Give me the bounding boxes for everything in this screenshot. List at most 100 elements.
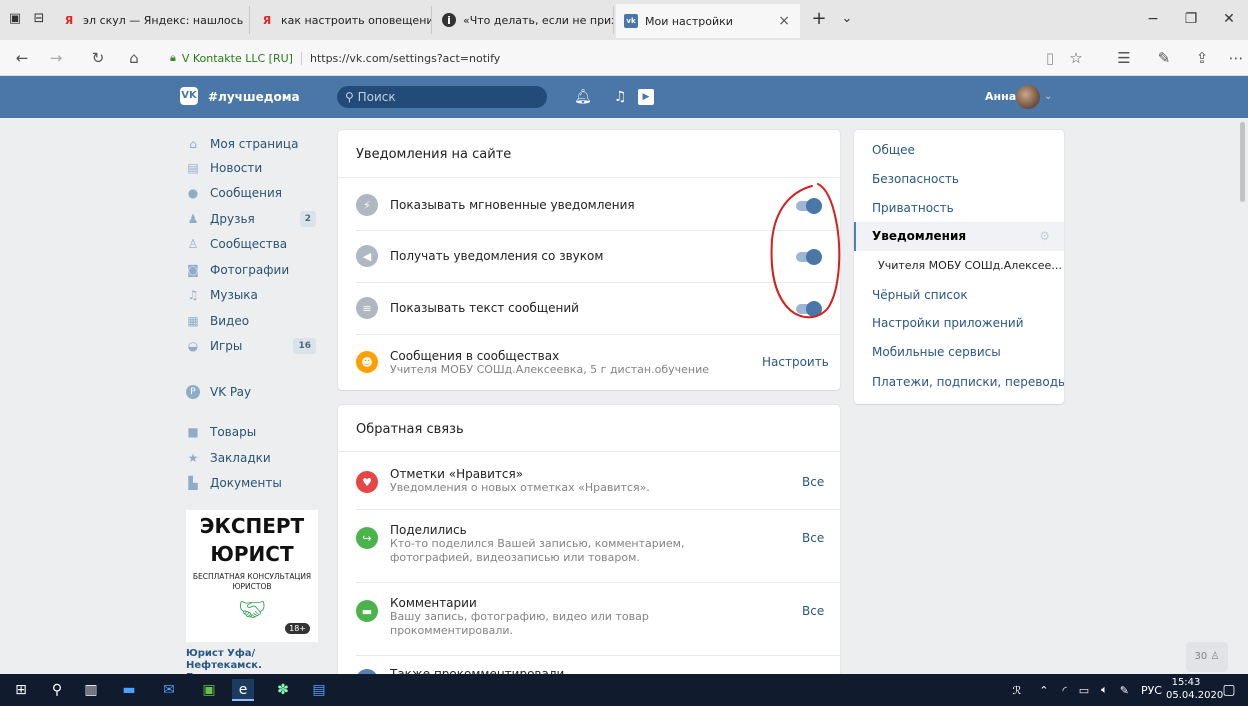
volume-icon[interactable]: 🔈︎ [1101, 683, 1108, 697]
close-window-icon[interactable]: ✕ [1214, 6, 1244, 32]
url-field[interactable]: 🔒︎ V Kontakte LLC [RU] https://vk.com/se… [170, 45, 1050, 71]
sidebar-item-music[interactable]: ♫ Музыка [186, 283, 320, 307]
all-link[interactable]: Все [802, 475, 824, 489]
favorite-star-icon[interactable]: ☆ [1064, 46, 1088, 70]
settings-nav-privacy[interactable]: Приватность [854, 194, 1064, 223]
sound-notifications-toggle[interactable] [796, 249, 822, 265]
chevron-down-icon[interactable]: ⌄ [1044, 88, 1052, 106]
tab-label: Мои настройки [645, 14, 733, 28]
tab-label: как настроить оповещени [281, 13, 432, 27]
store-icon[interactable]: ▣ [198, 679, 220, 701]
back-icon[interactable]: ← [10, 46, 34, 70]
pen-icon[interactable]: ✎ [1152, 46, 1176, 70]
forward-icon[interactable]: → [44, 46, 68, 70]
home-icon: ⌂ [189, 137, 197, 151]
user-name[interactable]: Анна [985, 88, 1016, 106]
setting-label: Комментарии [390, 596, 477, 610]
sidebar-item-games[interactable]: ◒ Игры 16 [186, 334, 320, 358]
sidebar-item-video[interactable]: ▦ Видео [186, 309, 320, 333]
settings-nav-general[interactable]: Общее [854, 136, 1064, 165]
chevron-up-icon[interactable]: ⌃ [1039, 684, 1048, 697]
all-link[interactable]: Все [802, 531, 824, 545]
language-indicator[interactable]: РУС [1141, 684, 1162, 697]
settings-nav-apps[interactable]: Настройки приложений [854, 309, 1064, 338]
new-tab-icon[interactable]: + [808, 8, 830, 30]
browser-tab-active[interactable]: vk Мои настройки × [616, 4, 800, 38]
browser-tab[interactable]: Я как настроить оповещени [252, 6, 432, 34]
sidebar-item-my-page[interactable]: ⌂ Моя страница [186, 132, 320, 156]
settings-nav-security[interactable]: Безопасность [854, 165, 1064, 194]
mail-icon[interactable]: ✉ [158, 679, 180, 701]
pen-icon[interactable]: ✎ [1120, 684, 1129, 697]
file-explorer-icon[interactable]: ▬ [118, 679, 140, 701]
app-icon[interactable]: ▤ [308, 679, 330, 701]
vk-logo-icon[interactable]: VK [180, 87, 198, 105]
all-link[interactable]: Все [802, 604, 824, 618]
sidebar-item-groups[interactable]: ♙ Сообщества [186, 232, 320, 256]
search-icon[interactable]: ⚲ [46, 679, 68, 701]
settings-nav-mobile[interactable]: Мобильные сервисы [854, 338, 1064, 367]
home-icon[interactable]: ⌂ [122, 46, 146, 70]
share-icon[interactable]: ⇪ [1190, 46, 1214, 70]
chevron-down-icon[interactable]: ⌄ [836, 8, 858, 30]
reading-view-icon[interactable]: ▯ [1038, 46, 1062, 70]
tab-preview-icon[interactable]: ⊟ [28, 8, 50, 30]
play-icon[interactable]: ▶ [638, 89, 654, 105]
scrollbar-thumb[interactable] [1240, 122, 1245, 202]
settings-nav: Общее Безопасность Приватность Уведомлен… [854, 130, 1064, 404]
search-icon: ⚲ [345, 90, 354, 104]
certificate-label: V Kontakte LLC [RU] [181, 51, 293, 65]
sidebar-item-friends[interactable]: ♟ Друзья 2 [186, 207, 320, 231]
person-icon: ♙ [1210, 651, 1220, 662]
more-icon[interactable]: ⋯ [1224, 46, 1248, 70]
sidebar-item-documents[interactable]: ▙ Документы [186, 471, 320, 495]
panel-title: Обратная связь [338, 405, 840, 452]
tab-actions-icon[interactable]: ▣ [4, 8, 26, 30]
sidebar-item-goods[interactable]: ■ Товары [186, 420, 320, 444]
wifi-icon[interactable]: ◜ [1062, 684, 1066, 697]
minimize-icon[interactable]: − [1138, 6, 1168, 32]
setting-sublabel: Кто-то поделился Вашей записью, коммента… [390, 537, 685, 550]
close-tab-icon[interactable]: × [778, 13, 790, 29]
sidebar-item-news[interactable]: ▤ Новости [186, 156, 320, 180]
browser-tab[interactable]: Я эл скул — Яндекс: нашлось [54, 6, 250, 34]
sidebar-item-bookmarks[interactable]: ★ Закладки [186, 446, 320, 470]
divider [356, 509, 840, 510]
battery-icon[interactable]: ▭ [1079, 684, 1089, 697]
settings-nav-notifications[interactable]: Уведомления ⚙ [854, 222, 1064, 251]
online-friends-button[interactable]: 30 ♙ [1186, 642, 1228, 672]
online-count: 30 [1194, 651, 1208, 662]
windows-start-icon[interactable]: ⊞ [10, 679, 32, 701]
divider [356, 282, 840, 283]
people-icon[interactable]: ℛ [1012, 684, 1021, 697]
paint-icon[interactable]: ✽ [272, 679, 294, 701]
clock[interactable]: 15:43 05.04.2020 [1166, 676, 1223, 702]
browser-tab[interactable]: i «Что делать, если не прихс [434, 6, 614, 34]
instant-notifications-toggle[interactable] [796, 198, 822, 214]
refresh-icon[interactable]: ↻ [86, 46, 110, 70]
settings-nav-payments[interactable]: Платежи, подписки, переводы [854, 368, 1064, 397]
sidebar-item-vkpay[interactable]: P VK Pay [186, 380, 320, 404]
configure-link[interactable]: Настроить [762, 355, 829, 369]
bell-icon[interactable]: 🔔︎ [574, 87, 592, 107]
music-note-icon[interactable]: ♫ [614, 87, 627, 107]
settings-nav-blacklist[interactable]: Чёрный список [854, 281, 1064, 310]
avatar[interactable] [1016, 85, 1040, 109]
panel-title: Уведомления на сайте [338, 130, 840, 178]
sidebar-item-photos[interactable]: ◙ Фотографии [186, 258, 320, 282]
video-icon: ▦ [187, 314, 199, 328]
sidebar-item-label: Сообщения [210, 186, 283, 200]
task-view-icon[interactable]: ▥ [80, 679, 102, 701]
gear-icon[interactable]: ⚙ [1039, 222, 1050, 251]
favorites-list-icon[interactable]: ☰ [1112, 46, 1136, 70]
sidebar-item-messages[interactable]: ● Сообщения [186, 181, 320, 205]
settings-nav-community[interactable]: Учителя МОБУ СОШд.Алексее... [854, 251, 1064, 280]
search-input[interactable]: ⚲ Поиск [337, 86, 547, 108]
edge-browser-icon[interactable]: e [232, 679, 254, 701]
notifications-icon[interactable]: ▢ [1218, 679, 1240, 701]
message-text-toggle[interactable] [796, 301, 822, 317]
setting-sublabel: фотографией, видеозаписью или товаром. [390, 551, 640, 564]
header-hashtag[interactable]: #лучшедома [208, 87, 300, 107]
ad-banner[interactable]: ЭКСПЕРТ ЮРИСТ БЕСПЛАТНАЯ КОНСУЛЬТАЦИЯ ЮР… [186, 510, 318, 642]
restore-icon[interactable]: ❐ [1176, 6, 1206, 32]
